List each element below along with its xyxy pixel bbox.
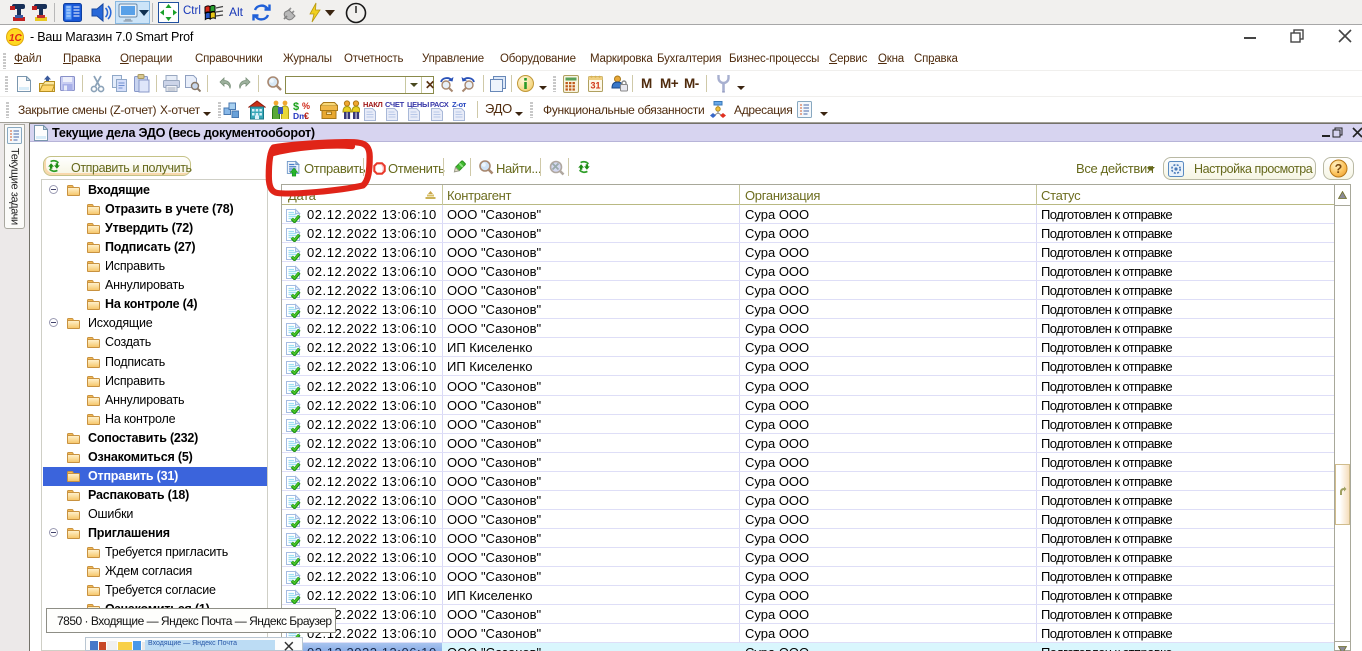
svg-text:?: ? [1335, 162, 1343, 176]
svg-text:%: % [302, 101, 310, 111]
svg-text:31: 31 [590, 81, 600, 91]
svg-text:€: € [304, 111, 309, 120]
svg-text:1C: 1C [9, 33, 23, 44]
